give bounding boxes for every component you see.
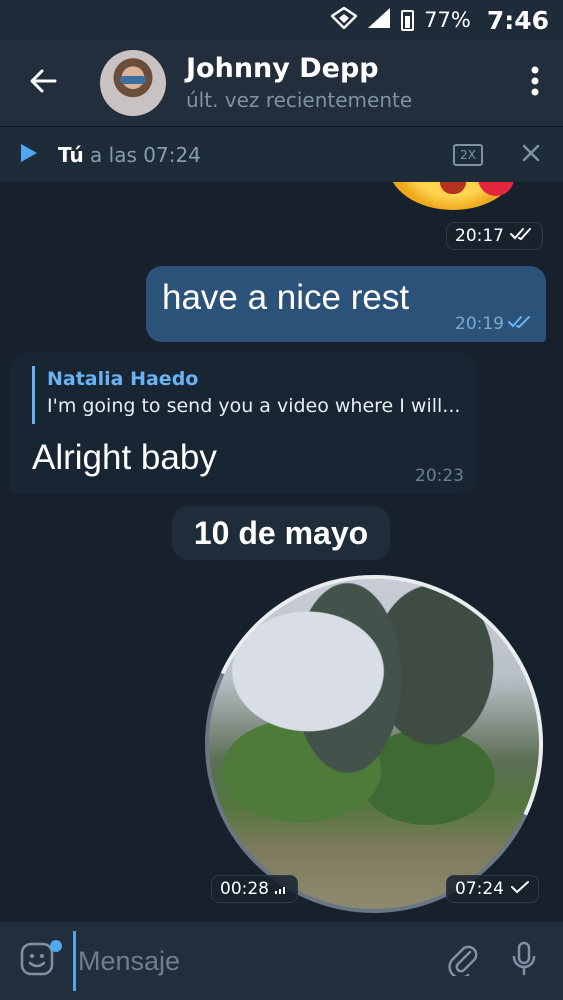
message-text: have a nice rest (162, 278, 410, 317)
microphone-icon (511, 941, 537, 981)
play-icon (20, 143, 38, 167)
video-duration: 00:28 (220, 879, 269, 899)
message-list[interactable]: 20:17 have a nice rest 20:19 Natalia Hae… (0, 182, 563, 922)
more-options-button[interactable] (507, 40, 563, 126)
video-time: 07:24 (455, 879, 504, 899)
incoming-message[interactable]: Natalia Haedo I'm going to send you a vi… (10, 352, 476, 494)
emoji-button[interactable] (0, 922, 73, 1000)
message-composer (0, 922, 563, 1000)
outgoing-message[interactable]: have a nice rest 20:19 (146, 266, 546, 342)
microphone-button[interactable] (494, 922, 555, 1000)
chat-header: Johnny Depp últ. vez recientemente (0, 40, 563, 126)
media-player-bar: Tú a las 07:24 2X (0, 126, 563, 182)
notification-dot (50, 940, 62, 952)
more-vertical-icon (531, 66, 539, 100)
attach-button[interactable] (432, 922, 493, 1000)
player-info[interactable]: Tú a las 07:24 (58, 143, 453, 167)
playback-speed-button[interactable]: 2X (453, 143, 483, 166)
sticker-timestamp: 20:17 (446, 222, 543, 250)
signal-icon (367, 7, 391, 34)
message-input[interactable] (73, 931, 433, 991)
message-text: Alright baby (32, 438, 217, 477)
contact-name: Johnny Depp (186, 53, 379, 84)
vpn-icon (330, 5, 359, 34)
paperclip-icon (448, 942, 478, 980)
avatar[interactable] (100, 50, 166, 116)
video-progress-ring (157, 527, 563, 922)
close-icon (522, 144, 540, 166)
date-separator: 10 de mayo (172, 506, 390, 560)
double-check-icon (510, 226, 534, 246)
video-timestamp: 07:24 (446, 875, 539, 903)
reply-quote[interactable]: Natalia Haedo I'm going to send you a vi… (32, 366, 462, 424)
reply-preview: I'm going to send you a video where I wi… (47, 395, 461, 417)
close-player-button[interactable] (509, 127, 553, 183)
video-duration-badge: 00:28 (211, 875, 298, 903)
sound-bars-icon (275, 879, 289, 899)
chat-title[interactable]: Johnny Depp últ. vez recientemente (186, 52, 507, 114)
clock: 7:46 (486, 5, 549, 35)
double-check-icon (508, 314, 534, 334)
sticker-time: 20:17 (455, 226, 504, 246)
player-sender: Tú (58, 142, 84, 167)
status-bar: 77% 7:46 (0, 0, 563, 40)
play-button[interactable] (0, 127, 58, 183)
player-time: a las 07:24 (90, 142, 201, 167)
arrow-left-icon (29, 69, 57, 97)
message-meta: 20:19 (455, 314, 534, 334)
battery-icon (401, 9, 415, 31)
battery-percent: 77% (424, 8, 471, 32)
last-seen-status: últ. vez recientemente (186, 88, 413, 112)
check-icon (510, 879, 530, 899)
message-time: 20:19 (455, 314, 504, 334)
back-button[interactable] (0, 40, 86, 126)
message-time: 20:23 (415, 466, 464, 486)
reply-author: Natalia Haedo (47, 368, 199, 390)
